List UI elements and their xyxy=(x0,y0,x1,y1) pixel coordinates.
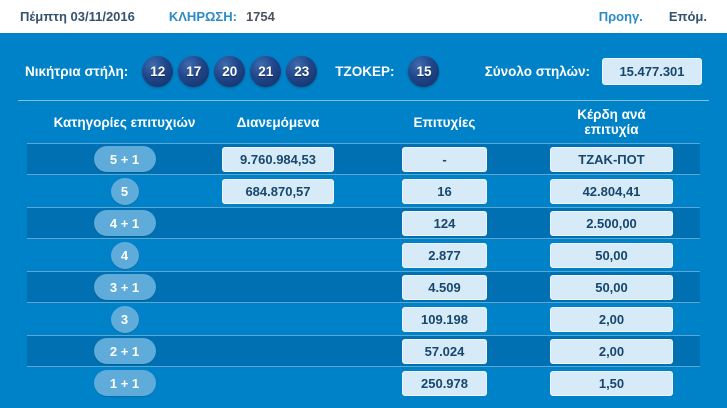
winning-column-label: Νικήτρια στήλη: xyxy=(25,64,128,79)
table-row: 5 + 1 9.760.984,53 - ΤΖΑΚ-ΠΟΤ xyxy=(27,143,700,175)
draw-label: ΚΛΗΡΩΣΗ: xyxy=(169,9,237,24)
table-row: 3 + 1 4.509 50,00 xyxy=(27,271,700,303)
prize-table: 5 + 1 9.760.984,53 - ΤΖΑΚ-ΠΟΤ 5 684.870,57 16 4… xyxy=(0,143,727,399)
prize-per-winner: 42.804,41 xyxy=(550,179,673,204)
winners-count: 124 xyxy=(402,211,487,236)
winners-count: 16 xyxy=(402,179,487,204)
winning-number-ball: 23 xyxy=(286,56,317,87)
table-row: 4 2.877 50,00 xyxy=(27,239,700,271)
winners-count: 109.198 xyxy=(402,307,487,332)
table-row: 3 109.198 2,00 xyxy=(27,303,700,335)
draw-number: 1754 xyxy=(246,9,275,24)
winning-number-ball: 20 xyxy=(214,56,245,87)
winning-number-ball: 21 xyxy=(250,56,281,87)
joker-results-widget: Πέμπτη 03/11/2016 ΚΛΗΡΩΣΗ: 1754 Προηγ. Ε… xyxy=(0,0,727,408)
winning-number-ball: 17 xyxy=(178,56,209,87)
header-winners: Επιτυχίες xyxy=(402,115,487,130)
winning-numbers: 1217202123 xyxy=(142,56,317,87)
prize-per-winner: 50,00 xyxy=(550,243,673,268)
joker-label: ΤΖΟΚΕΡ: xyxy=(335,64,394,79)
category-pill: 4 xyxy=(111,242,139,269)
prize-per-winner: ΤΖΑΚ-ΠΟΤ xyxy=(550,147,673,172)
category-pill: 5 + 1 xyxy=(94,146,156,172)
category-pill: 5 xyxy=(111,178,139,205)
topbar: Πέμπτη 03/11/2016 ΚΛΗΡΩΣΗ: 1754 Προηγ. Ε… xyxy=(0,0,727,33)
winning-number-ball: 12 xyxy=(142,56,173,87)
prize-per-winner: 2,00 xyxy=(550,339,673,364)
header-categories: Κατηγορίες επιτυχιών xyxy=(27,115,222,130)
category-pill: 2 + 1 xyxy=(94,338,156,364)
winning-numbers-row: Νικήτρια στήλη: 1217202123 ΤΖΟΚΕΡ: 15 Σύ… xyxy=(25,55,702,88)
winners-count: 250.978 xyxy=(402,371,487,396)
table-row: 2 + 1 57.024 2,00 xyxy=(27,335,700,367)
table-header: Κατηγορίες επιτυχιών Διανεμόμενα Επιτυχί… xyxy=(27,101,727,143)
table-row: 1 + 1 250.978 1,50 xyxy=(27,367,700,399)
winners-count: 4.509 xyxy=(402,275,487,300)
category-pill: 3 + 1 xyxy=(94,274,156,300)
next-draw-link[interactable]: Επόμ. xyxy=(669,9,707,24)
draw-date: Πέμπτη 03/11/2016 xyxy=(20,9,135,24)
prize-per-winner: 50,00 xyxy=(550,275,673,300)
distributed-amount: 9.760.984,53 xyxy=(222,147,334,172)
table-row: 4 + 1 124 2.500,00 xyxy=(27,207,700,239)
winners-count: 57.024 xyxy=(402,339,487,364)
header-prize: Κέρδη ανά επιτυχία xyxy=(550,107,673,137)
winners-count: - xyxy=(402,147,487,172)
total-columns-label: Σύνολο στηλών: xyxy=(485,64,590,79)
prize-per-winner: 2,00 xyxy=(550,307,673,332)
total-columns-value: 15.477.301 xyxy=(602,58,702,85)
header-distributed: Διανεμόμενα xyxy=(222,115,334,130)
prize-per-winner: 2.500,00 xyxy=(550,211,673,236)
previous-draw-link[interactable]: Προηγ. xyxy=(599,9,643,24)
prize-per-winner: 1,50 xyxy=(550,371,673,396)
category-pill: 4 + 1 xyxy=(94,210,156,236)
category-pill: 3 xyxy=(111,306,139,333)
category-pill: 1 + 1 xyxy=(94,370,156,396)
table-row: 5 684.870,57 16 42.804,41 xyxy=(27,175,700,207)
results-panel: Νικήτρια στήλη: 1217202123 ΤΖΟΚΕΡ: 15 Σύ… xyxy=(0,33,727,408)
winners-count: 2.877 xyxy=(402,243,487,268)
joker-number-ball: 15 xyxy=(408,56,439,87)
distributed-amount: 684.870,57 xyxy=(222,179,334,204)
